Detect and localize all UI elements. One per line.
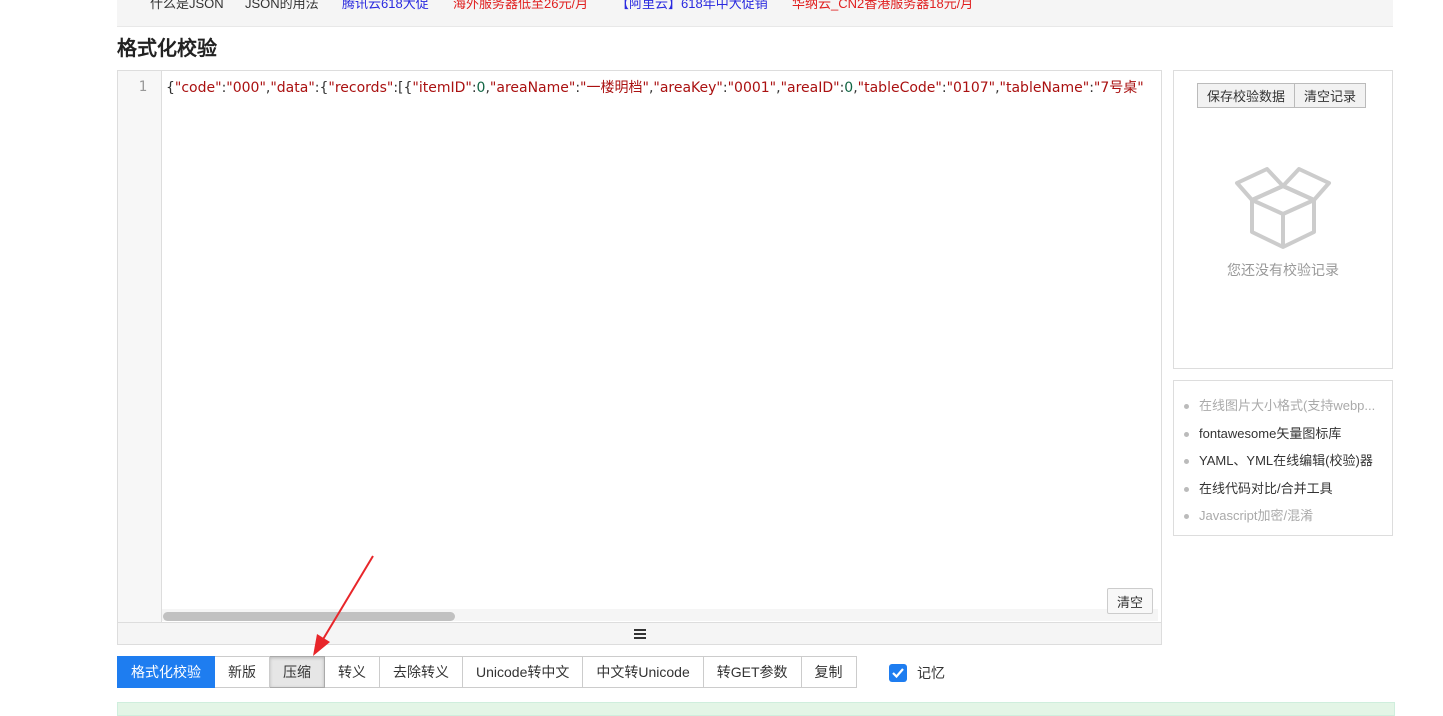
related-link-item[interactable]: Javascript加密/混淆	[1184, 505, 1375, 533]
bullet-icon	[1184, 459, 1189, 464]
code-token: "一楼明档"	[580, 80, 649, 96]
remember-checkbox[interactable]	[889, 664, 907, 682]
clear-history-button[interactable]: 清空记录	[1295, 83, 1367, 108]
compress-button[interactable]: 压缩	[270, 656, 325, 688]
top-link-bar: 什么是JSON JSON的用法 腾讯云618大促 海外服务器低至26元/月 【阿…	[117, 0, 1393, 27]
top-link-hk-server[interactable]: 华纳云_CN2香港服务器18元/月	[792, 0, 973, 12]
top-link-aliyun-promo[interactable]: 【阿里云】618年中大促销	[616, 0, 768, 12]
line-gutter: 1	[118, 71, 162, 622]
checkmark-icon	[892, 668, 904, 678]
to-get-params-button[interactable]: 转GET参数	[703, 656, 802, 688]
top-link-what-is-json[interactable]: 什么是JSON	[150, 0, 224, 12]
code-token: "data"	[270, 80, 315, 96]
page-title: 格式化校验	[117, 38, 217, 60]
new-version-button[interactable]: 新版	[215, 656, 270, 688]
top-link-overseas-server[interactable]: 海外服务器低至26元/月	[453, 0, 588, 12]
code-token: "tableName"	[999, 80, 1090, 96]
code-token: "tableCode"	[857, 80, 942, 96]
related-links-panel: 在线图片大小格式(支持webp... fontawesome矢量图标库 YAML…	[1173, 380, 1393, 536]
code-token: 0	[844, 80, 854, 96]
code-token: {	[166, 80, 175, 96]
code-token: "7号桌"	[1093, 80, 1144, 96]
code-token: :[{	[393, 80, 413, 96]
related-link-item[interactable]: fontawesome矢量图标库	[1184, 423, 1375, 451]
related-link-label[interactable]: YAML、YML在线编辑(校验)器	[1199, 450, 1373, 472]
copy-button[interactable]: 复制	[801, 656, 857, 688]
remember-label: 记忆	[917, 665, 945, 681]
related-link-item[interactable]: 在线图片大小格式(支持webp...	[1184, 395, 1375, 423]
empty-box-icon	[1235, 167, 1331, 249]
code-line[interactable]: {"code":"000","data":{"records":[{"itemI…	[166, 79, 1144, 97]
related-link-item[interactable]: 在线代码对比/合并工具	[1184, 478, 1375, 506]
code-token: "code"	[174, 80, 222, 96]
code-token: :{	[314, 80, 329, 96]
top-link-json-usage[interactable]: JSON的用法	[245, 0, 319, 12]
remember-option[interactable]: 记忆	[889, 663, 945, 683]
line-number: 1	[138, 79, 147, 95]
code-token: "areaName"	[489, 80, 576, 96]
clear-editor-button[interactable]: 清空	[1107, 588, 1153, 614]
chinese-to-unicode-button[interactable]: 中文转Unicode	[583, 656, 704, 688]
code-token: "0001"	[727, 80, 777, 96]
related-link-label[interactable]: fontawesome矢量图标库	[1199, 423, 1341, 445]
bullet-icon	[1184, 404, 1189, 409]
bullet-icon	[1184, 431, 1189, 437]
format-validate-button[interactable]: 格式化校验	[117, 656, 215, 688]
code-token: "000"	[226, 80, 266, 96]
editor-resize-handle[interactable]	[118, 622, 1161, 644]
code-token: "itemID"	[412, 80, 472, 96]
unescape-button[interactable]: 去除转义	[380, 656, 463, 688]
json-editor[interactable]: 1 {"code":"000","data":{"records":[{"ite…	[117, 70, 1162, 645]
bullet-icon	[1184, 514, 1189, 519]
code-token: "areaID"	[780, 80, 840, 96]
top-link-tencent-promo[interactable]: 腾讯云618大促	[342, 0, 429, 12]
empty-history-text: 您还没有校验记录	[1227, 262, 1339, 278]
related-link-label[interactable]: 在线代码对比/合并工具	[1199, 478, 1333, 500]
code-token: "0107"	[946, 80, 996, 96]
menu-lines-icon	[633, 629, 646, 639]
horizontal-scrollbar-thumb[interactable]	[163, 612, 455, 621]
related-link-label[interactable]: Javascript加密/混淆	[1199, 505, 1313, 527]
escape-button[interactable]: 转义	[325, 656, 380, 688]
action-toolbar: 格式化校验 新版 压缩 转义 去除转义 Unicode转中文 中文转Unicod…	[117, 656, 857, 688]
code-token: "records"	[328, 80, 394, 96]
history-panel: 保存校验数据 清空记录 您还没有校验记录	[1173, 70, 1393, 369]
related-link-item[interactable]: YAML、YML在线编辑(校验)器	[1184, 450, 1375, 478]
related-link-label[interactable]: 在线图片大小格式(支持webp...	[1199, 395, 1375, 417]
code-token: "areaKey"	[653, 80, 723, 96]
unicode-to-chinese-button[interactable]: Unicode转中文	[463, 656, 584, 688]
result-message-bar	[117, 702, 1395, 716]
save-history-button[interactable]: 保存校验数据	[1197, 83, 1296, 108]
bullet-icon	[1184, 486, 1189, 492]
